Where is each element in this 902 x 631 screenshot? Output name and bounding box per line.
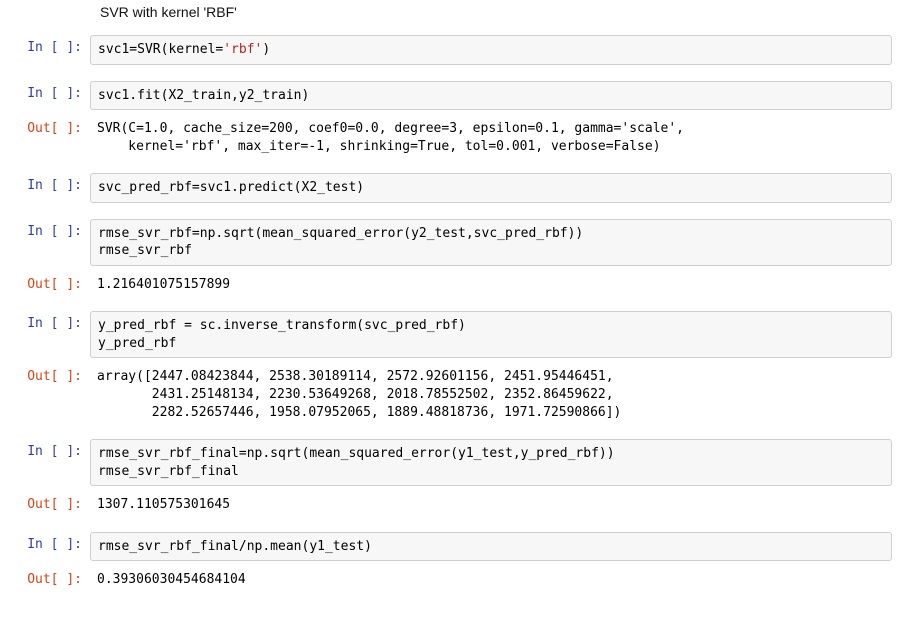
code-cell: In [ ]: svc1=SVR(kernel='rbf') (0, 32, 902, 68)
output-text: 0.39306030454684104 (90, 567, 892, 591)
prompt-in: In [ ]: (0, 173, 90, 193)
code-cell: In [ ]: rmse_svr_rbf=np.sqrt(mean_square… (0, 216, 902, 269)
prompt-out: Out[ ]: (0, 116, 90, 136)
code-cell: In [ ]: rmse_svr_rbf_final=np.sqrt(mean_… (0, 436, 902, 489)
prompt-in: In [ ]: (0, 35, 90, 55)
prompt-in: In [ ]: (0, 81, 90, 101)
prompt-in: In [ ]: (0, 219, 90, 239)
output-cell: Out[ ]: SVR(C=1.0, cache_size=200, coef0… (0, 113, 902, 160)
code-input[interactable]: y_pred_rbf = sc.inverse_transform(svc_pr… (90, 311, 892, 358)
code-input[interactable]: svc1=SVR(kernel='rbf') (90, 35, 892, 65)
prompt-out: Out[ ]: (0, 364, 90, 384)
section-title: SVR with kernel 'RBF' (0, 0, 902, 32)
code-cell: In [ ]: rmse_svr_rbf_final/np.mean(y1_te… (0, 529, 902, 565)
prompt-out: Out[ ]: (0, 492, 90, 512)
code-input[interactable]: svc1.fit(X2_train,y2_train) (90, 81, 892, 111)
output-text: 1307.110575301645 (90, 492, 892, 516)
output-text: 1.216401075157899 (90, 272, 892, 296)
prompt-in: In [ ]: (0, 532, 90, 552)
code-cell: In [ ]: svc_pred_rbf=svc1.predict(X2_tes… (0, 170, 902, 206)
prompt-out: Out[ ]: (0, 567, 90, 587)
code-input[interactable]: rmse_svr_rbf_final=np.sqrt(mean_squared_… (90, 439, 892, 486)
code-input[interactable]: rmse_svr_rbf_final/np.mean(y1_test) (90, 532, 892, 562)
prompt-in: In [ ]: (0, 311, 90, 331)
code-input[interactable]: rmse_svr_rbf=np.sqrt(mean_squared_error(… (90, 219, 892, 266)
output-text: array([2447.08423844, 2538.30189114, 257… (90, 364, 892, 423)
output-cell: Out[ ]: 0.39306030454684104 (0, 564, 902, 594)
code-input[interactable]: svc_pred_rbf=svc1.predict(X2_test) (90, 173, 892, 203)
code-cell: In [ ]: y_pred_rbf = sc.inverse_transfor… (0, 308, 902, 361)
output-cell: Out[ ]: array([2447.08423844, 2538.30189… (0, 361, 902, 426)
notebook-body: SVR with kernel 'RBF' In [ ]: svc1=SVR(k… (0, 0, 902, 594)
code-cell: In [ ]: svc1.fit(X2_train,y2_train) (0, 78, 902, 114)
output-cell: Out[ ]: 1.216401075157899 (0, 269, 902, 299)
output-text: SVR(C=1.0, cache_size=200, coef0=0.0, de… (90, 116, 892, 157)
output-cell: Out[ ]: 1307.110575301645 (0, 489, 902, 519)
prompt-in: In [ ]: (0, 439, 90, 459)
prompt-out: Out[ ]: (0, 272, 90, 292)
